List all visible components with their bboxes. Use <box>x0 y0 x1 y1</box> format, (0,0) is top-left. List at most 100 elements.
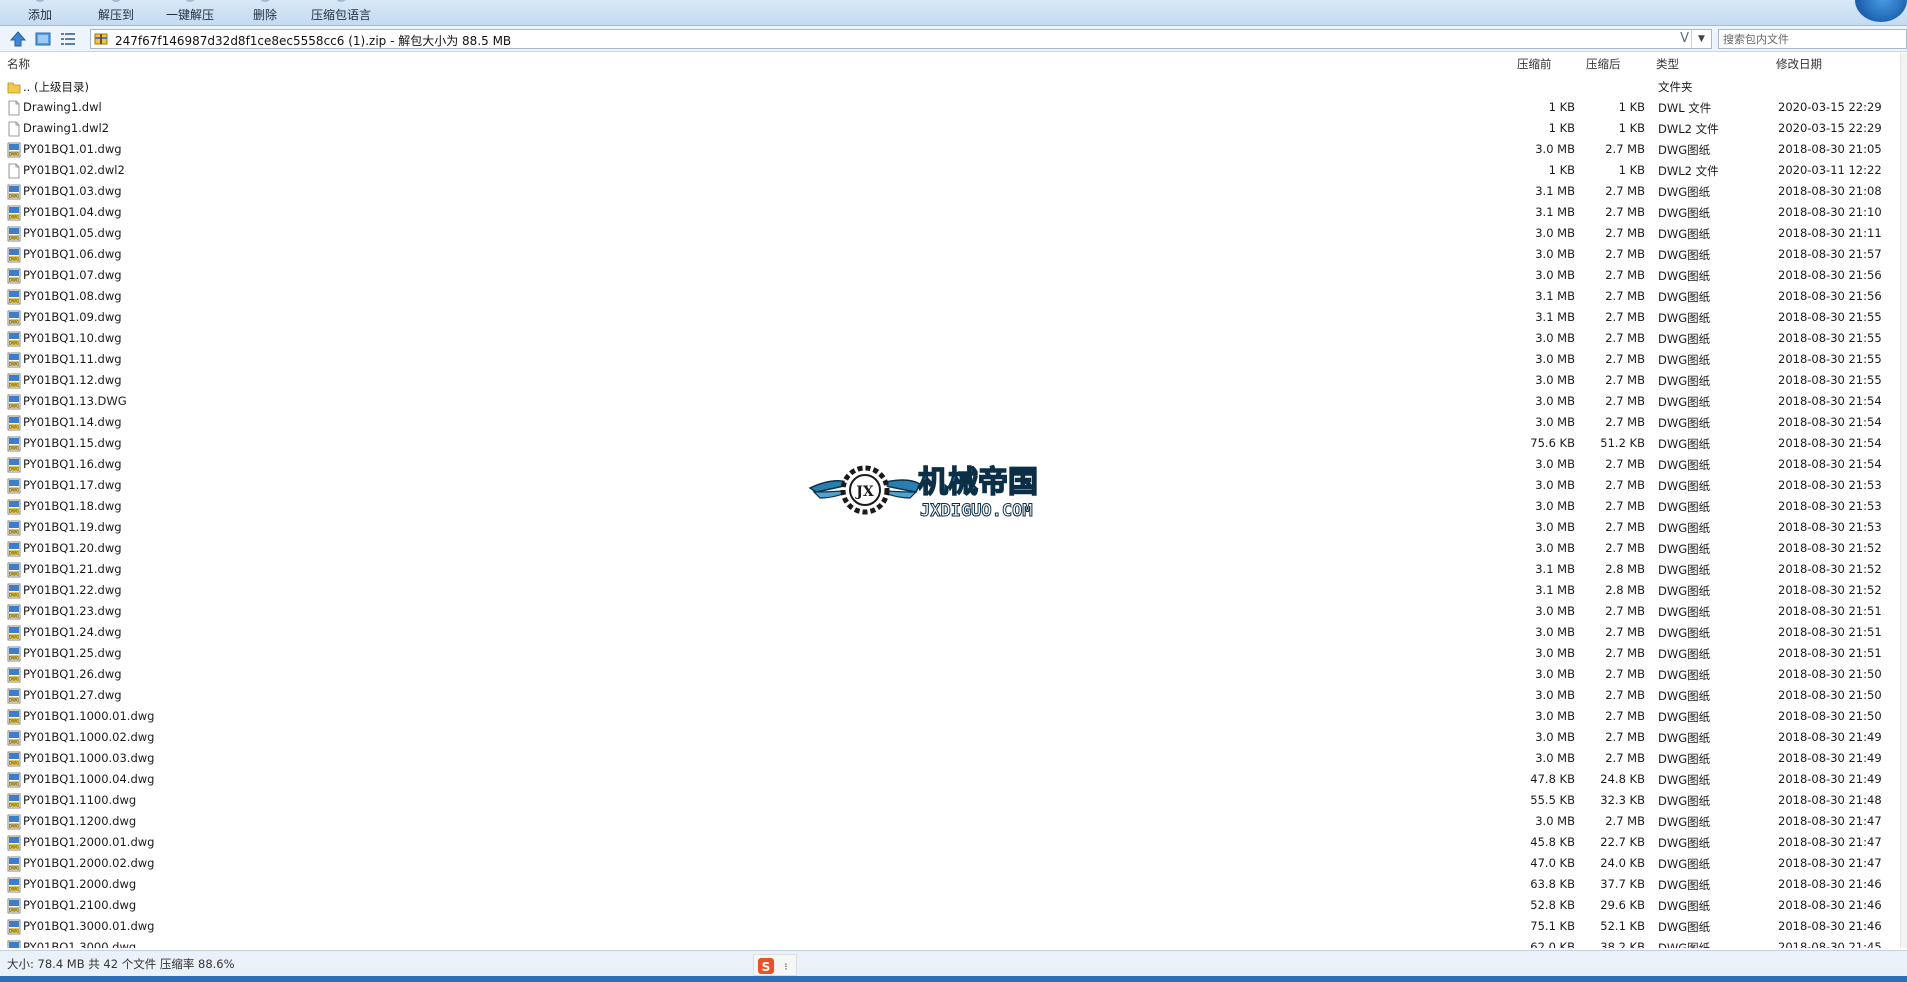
table-row[interactable]: DWG PY01BQ1.09.dwg 3.1 MB 2.7 MB DWG图纸 2018-0… <box>0 307 1900 328</box>
table-row[interactable]: DWG PY01BQ1.2000.dwg 63.8 KB 37.7 KB DWG图纸 20… <box>0 874 1900 895</box>
dwg-icon: DWG <box>7 394 21 410</box>
table-row[interactable]: DWG PY01BQ1.20.dwg 3.0 MB 2.7 MB DWG图纸 2018-0… <box>0 538 1900 559</box>
table-row[interactable]: DWG PY01BQ1.06.dwg 3.0 MB 2.7 MB DWG图纸 2018-0… <box>0 244 1900 265</box>
table-row[interactable]: DWG PY01BQ1.01.dwg 3.0 MB 2.7 MB DWG图纸 2018-0… <box>0 139 1900 160</box>
file-name: PY01BQ1.01.dwg <box>23 142 122 156</box>
app-menu-orb[interactable] <box>1855 0 1907 22</box>
table-row[interactable]: DWG PY01BQ1.1000.03.dwg 3.0 MB 2.7 MB DWG图纸 2… <box>0 748 1900 769</box>
table-row[interactable]: PY01BQ1.02.dwl2 1 KB 1 KB DWL2 文件 2020-03-11… <box>0 160 1900 181</box>
up-arrow-icon[interactable] <box>9 30 27 48</box>
table-row[interactable]: DWG PY01BQ1.11.dwg 3.0 MB 2.7 MB DWG图纸 2018-0… <box>0 349 1900 370</box>
dwg-icon: DWG <box>7 919 21 935</box>
table-row[interactable]: DWG PY01BQ1.2000.02.dwg 47.0 KB 24.0 KB DWG图… <box>0 853 1900 874</box>
column-type-header[interactable]: 类型 <box>1656 56 1679 72</box>
table-row[interactable]: DWG PY01BQ1.21.dwg 3.1 MB 2.8 MB DWG图纸 2018-0… <box>0 559 1900 580</box>
vertical-scrollbar[interactable] <box>1900 53 1907 948</box>
table-row[interactable]: DWG PY01BQ1.1000.04.dwg 47.8 KB 24.8 KB DWG图… <box>0 769 1900 790</box>
add-button[interactable]: 添加 <box>28 0 52 23</box>
file-size: 2.8 MB <box>1605 583 1645 597</box>
table-row[interactable]: DWG PY01BQ1.23.dwg 3.0 MB 2.7 MB DWG图纸 2018-0… <box>0 601 1900 622</box>
file-date: 2018-08-30 21:50 <box>1778 709 1882 723</box>
table-row[interactable]: Drawing1.dwl2 1 KB 1 KB DWL2 文件 2020-03-15 2… <box>0 118 1900 139</box>
file-compressed-size: 3.0 MB <box>1535 457 1575 471</box>
table-row[interactable]: DWG PY01BQ1.22.dwg 3.1 MB 2.8 MB DWG图纸 2018-0… <box>0 580 1900 601</box>
file-name: PY01BQ1.10.dwg <box>23 331 122 345</box>
file-date: 2018-08-30 21:55 <box>1778 352 1882 366</box>
table-row[interactable]: DWG PY01BQ1.25.dwg 3.0 MB 2.7 MB DWG图纸 2018-0… <box>0 643 1900 664</box>
address-field[interactable]: 247f67f146987d32d8f1ce8ec5558cc6 (1).zip… <box>90 29 1712 49</box>
file-compressed-size: 75.6 KB <box>1530 436 1575 450</box>
file-size: 2.7 MB <box>1605 814 1645 828</box>
file-name: Drawing1.dwl <box>23 100 102 114</box>
dwg-icon: DWG <box>7 751 21 767</box>
dwg-icon: DWG <box>7 310 21 326</box>
table-row[interactable]: DWG PY01BQ1.15.dwg 75.6 KB 51.2 KB DWG图纸 2018… <box>0 433 1900 454</box>
extract-to-button[interactable]: 解压到 <box>98 0 134 23</box>
table-row[interactable]: DWG PY01BQ1.1100.dwg 55.5 KB 32.3 KB DWG图纸 20… <box>0 790 1900 811</box>
file-compressed-size: 3.0 MB <box>1535 142 1575 156</box>
table-row[interactable]: DWG PY01BQ1.03.dwg 3.1 MB 2.7 MB DWG图纸 2018-0… <box>0 181 1900 202</box>
table-row[interactable]: DWG PY01BQ1.1200.dwg 3.0 MB 2.7 MB DWG图纸 2018… <box>0 811 1900 832</box>
file-type: DWG图纸 <box>1658 332 1711 346</box>
table-row[interactable]: DWG PY01BQ1.12.dwg 3.0 MB 2.7 MB DWG图纸 2018-0… <box>0 370 1900 391</box>
table-row[interactable]: DWG PY01BQ1.05.dwg 3.0 MB 2.7 MB DWG图纸 2018-0… <box>0 223 1900 244</box>
file-size: 2.7 MB <box>1605 646 1645 660</box>
file-name: PY01BQ1.14.dwg <box>23 415 122 429</box>
column-size-header[interactable]: 压缩后 <box>1586 56 1621 72</box>
dwg-icon: DWG <box>7 625 21 641</box>
column-name-header[interactable]: 名称 <box>7 56 30 72</box>
file-name: PY01BQ1.1000.02.dwg <box>23 730 155 744</box>
dwg-icon: DWG <box>7 436 21 452</box>
file-size: 2.7 MB <box>1605 268 1645 282</box>
file-size: 2.7 MB <box>1605 751 1645 765</box>
table-row[interactable]: DWG PY01BQ1.26.dwg 3.0 MB 2.7 MB DWG图纸 2018-0… <box>0 664 1900 685</box>
ime-indicator[interactable]: S ⁝ <box>753 954 797 976</box>
search-input[interactable] <box>1719 30 1899 48</box>
column-compressed-header[interactable]: 压缩前 <box>1517 56 1552 72</box>
table-row[interactable]: DWG PY01BQ1.08.dwg 3.1 MB 2.7 MB DWG图纸 2018-0… <box>0 286 1900 307</box>
svg-text:DWG: DWG <box>9 529 19 534</box>
table-row[interactable]: DWG PY01BQ1.2100.dwg 52.8 KB 29.6 KB DWG图纸 20… <box>0 895 1900 916</box>
table-row[interactable]: DWG PY01BQ1.2000.01.dwg 45.8 KB 22.7 KB DWG图… <box>0 832 1900 853</box>
table-row[interactable]: .. (上级目录) 文件夹 <box>0 76 1900 97</box>
table-row[interactable]: DWGPY01BQ1.3000.dwg 62.0 KB 38.2 KB DWG图纸 20… <box>0 937 1900 948</box>
dwg-icon: DWG <box>7 730 21 746</box>
archive-language-button[interactable]: 压缩包语言 <box>311 0 371 23</box>
column-date-header[interactable]: 修改日期 <box>1776 56 1822 72</box>
table-row[interactable]: DWG PY01BQ1.10.dwg 3.0 MB 2.7 MB DWG图纸 2018-0… <box>0 328 1900 349</box>
chevron-down-icon[interactable]: V <box>1680 31 1689 46</box>
list-view-icon[interactable] <box>59 30 77 48</box>
table-row[interactable]: DWG PY01BQ1.3000.01.dwg 75.1 KB 52.1 KB DWG图… <box>0 916 1900 937</box>
table-row[interactable]: DWG PY01BQ1.1000.01.dwg 3.0 MB 2.7 MB DWG图纸 2… <box>0 706 1900 727</box>
watermark-url: JXDIGUO.COM <box>920 501 1033 521</box>
file-type: DWG图纸 <box>1658 857 1711 871</box>
extract-icon <box>110 0 122 2</box>
file-type: DWG图纸 <box>1658 920 1711 934</box>
file-compressed-size: 3.0 MB <box>1535 520 1575 534</box>
delete-button[interactable]: 删除 <box>253 0 277 23</box>
table-row[interactable]: DWG PY01BQ1.1000.02.dwg 3.0 MB 2.7 MB DWG图纸 2… <box>0 727 1900 748</box>
svg-text:DWG: DWG <box>9 403 19 408</box>
search-field[interactable] <box>1718 29 1907 49</box>
table-row[interactable]: DWG PY01BQ1.13.DWG 3.0 MB 2.7 MB DWG图纸 2018-0… <box>0 391 1900 412</box>
file-date: 2018-08-30 21:46 <box>1778 919 1882 933</box>
svg-text:DWG: DWG <box>9 571 19 576</box>
table-row[interactable]: Drawing1.dwl 1 KB 1 KB DWL 文件 2020-03-15 22:… <box>0 97 1900 118</box>
address-dropdown-button[interactable]: ▼ <box>1691 30 1711 48</box>
file-type: 文件夹 <box>1658 80 1693 94</box>
toolbar: 添加 解压到 一键解压 删除 压缩包语言 <box>0 0 1907 26</box>
table-row[interactable]: DWG PY01BQ1.24.dwg 3.0 MB 2.7 MB DWG图纸 2018-0… <box>0 622 1900 643</box>
file-date: 2018-08-30 21:54 <box>1778 457 1882 471</box>
one-click-extract-button[interactable]: 一键解压 <box>166 0 214 23</box>
svg-text:DWG: DWG <box>9 235 19 240</box>
dwg-icon: DWG <box>7 583 21 599</box>
thumbnail-view-icon[interactable] <box>34 30 52 48</box>
table-row[interactable]: DWG PY01BQ1.27.dwg 3.0 MB 2.7 MB DWG图纸 2018-0… <box>0 685 1900 706</box>
table-row[interactable]: DWG PY01BQ1.04.dwg 3.1 MB 2.7 MB DWG图纸 2018-0… <box>0 202 1900 223</box>
file-date: 2018-08-30 21:47 <box>1778 856 1882 870</box>
dwg-icon: DWG <box>7 457 21 473</box>
table-row[interactable]: DWG PY01BQ1.07.dwg 3.0 MB 2.7 MB DWG图纸 2018-0… <box>0 265 1900 286</box>
file-compressed-size: 47.8 KB <box>1530 772 1575 786</box>
svg-text:DWG: DWG <box>9 760 19 765</box>
table-row[interactable]: DWG PY01BQ1.14.dwg 3.0 MB 2.7 MB DWG图纸 2018-0… <box>0 412 1900 433</box>
